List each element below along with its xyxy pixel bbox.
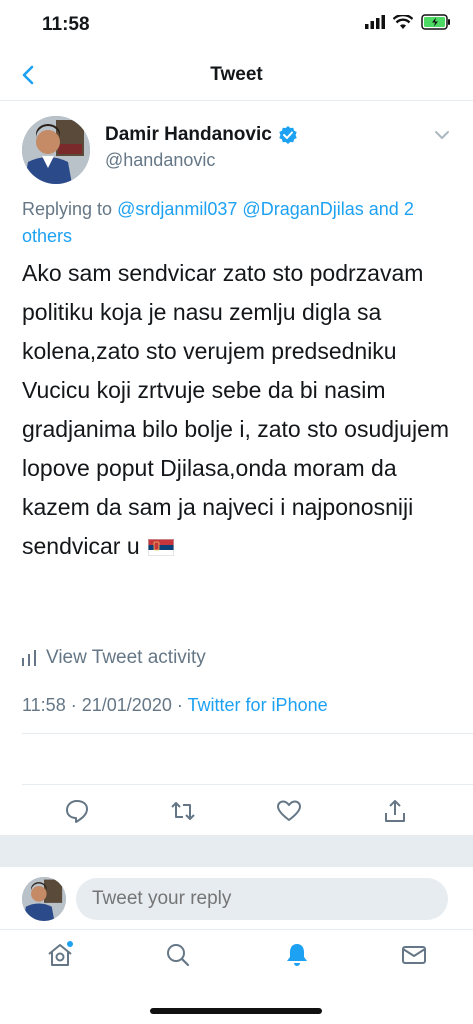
tab-bar: [0, 929, 473, 989]
signal-icon: [365, 15, 385, 29]
view-tweet-activity[interactable]: View Tweet activity: [22, 647, 206, 669]
replying-to: Replying to @srdjanmil037 @DraganDjilas …: [22, 196, 452, 250]
tweet-actions: [0, 798, 473, 836]
home-indicator: [150, 1008, 322, 1014]
bell-icon: [287, 944, 307, 966]
meta-separator: ·: [70, 695, 77, 715]
nav-bar: Tweet: [0, 52, 473, 101]
author-handle[interactable]: @handanovic: [105, 150, 215, 171]
tweet-date: 21/01/2020: [81, 695, 172, 715]
reply-button[interactable]: [64, 798, 90, 824]
bar-chart-icon: [22, 650, 36, 666]
like-button[interactable]: [276, 798, 302, 824]
search-icon: [167, 944, 190, 967]
reply-user-link[interactable]: @srdjanmil037: [117, 199, 237, 219]
retweet-icon: [171, 802, 195, 820]
author-name-text: Damir Handanovic: [105, 124, 272, 145]
divider: [22, 784, 473, 785]
heart-icon: [277, 800, 301, 821]
status-bar: 11:58: [0, 0, 473, 52]
section-separator: [0, 835, 473, 867]
author-name[interactable]: Damir Handanovic: [105, 124, 298, 146]
activity-label: View Tweet activity: [46, 647, 206, 668]
page-title: Tweet: [210, 64, 263, 85]
chevron-down-icon: [435, 131, 449, 139]
home-icon: [48, 941, 73, 966]
tab-notifications[interactable]: [283, 941, 311, 969]
tweet-meta: 11:58 · 21/01/2020 · Twitter for iPhone: [22, 695, 328, 716]
tweet-text-body: Ako sam sendvicar zato sto podrzavam pol…: [22, 260, 450, 559]
tweet-text: Ako sam sendvicar zato sto podrzavam pol…: [22, 254, 454, 566]
retweet-button[interactable]: [170, 798, 196, 824]
reply-composer: [0, 867, 473, 930]
status-time: 11:58: [42, 14, 90, 35]
my-avatar[interactable]: [22, 877, 66, 921]
tweet-source-link[interactable]: Twitter for iPhone: [188, 695, 328, 715]
share-button[interactable]: [382, 798, 408, 824]
replying-and[interactable]: and: [369, 199, 399, 219]
status-icons: [365, 14, 451, 30]
meta-separator: ·: [176, 695, 183, 715]
battery-icon: [421, 14, 450, 30]
tab-search[interactable]: [164, 941, 192, 969]
tweet-menu-button[interactable]: [433, 128, 451, 142]
avatar[interactable]: [22, 116, 90, 184]
profile-photo: [22, 116, 90, 184]
mail-icon: [402, 946, 426, 964]
reply-input[interactable]: [76, 878, 448, 920]
wifi-icon: [393, 14, 413, 29]
reply-icon: [66, 800, 88, 823]
profile-photo: [22, 877, 66, 921]
share-icon: [385, 800, 405, 822]
tab-messages[interactable]: [400, 941, 428, 969]
verified-badge-icon: [279, 126, 297, 144]
serbia-flag-icon: [148, 539, 175, 557]
replying-prefix: Replying to: [22, 199, 113, 219]
reply-user-link[interactable]: @DraganDjilas: [242, 199, 363, 219]
tweet-time: 11:58: [22, 695, 66, 715]
tab-home[interactable]: [46, 941, 74, 969]
divider: [22, 733, 473, 734]
